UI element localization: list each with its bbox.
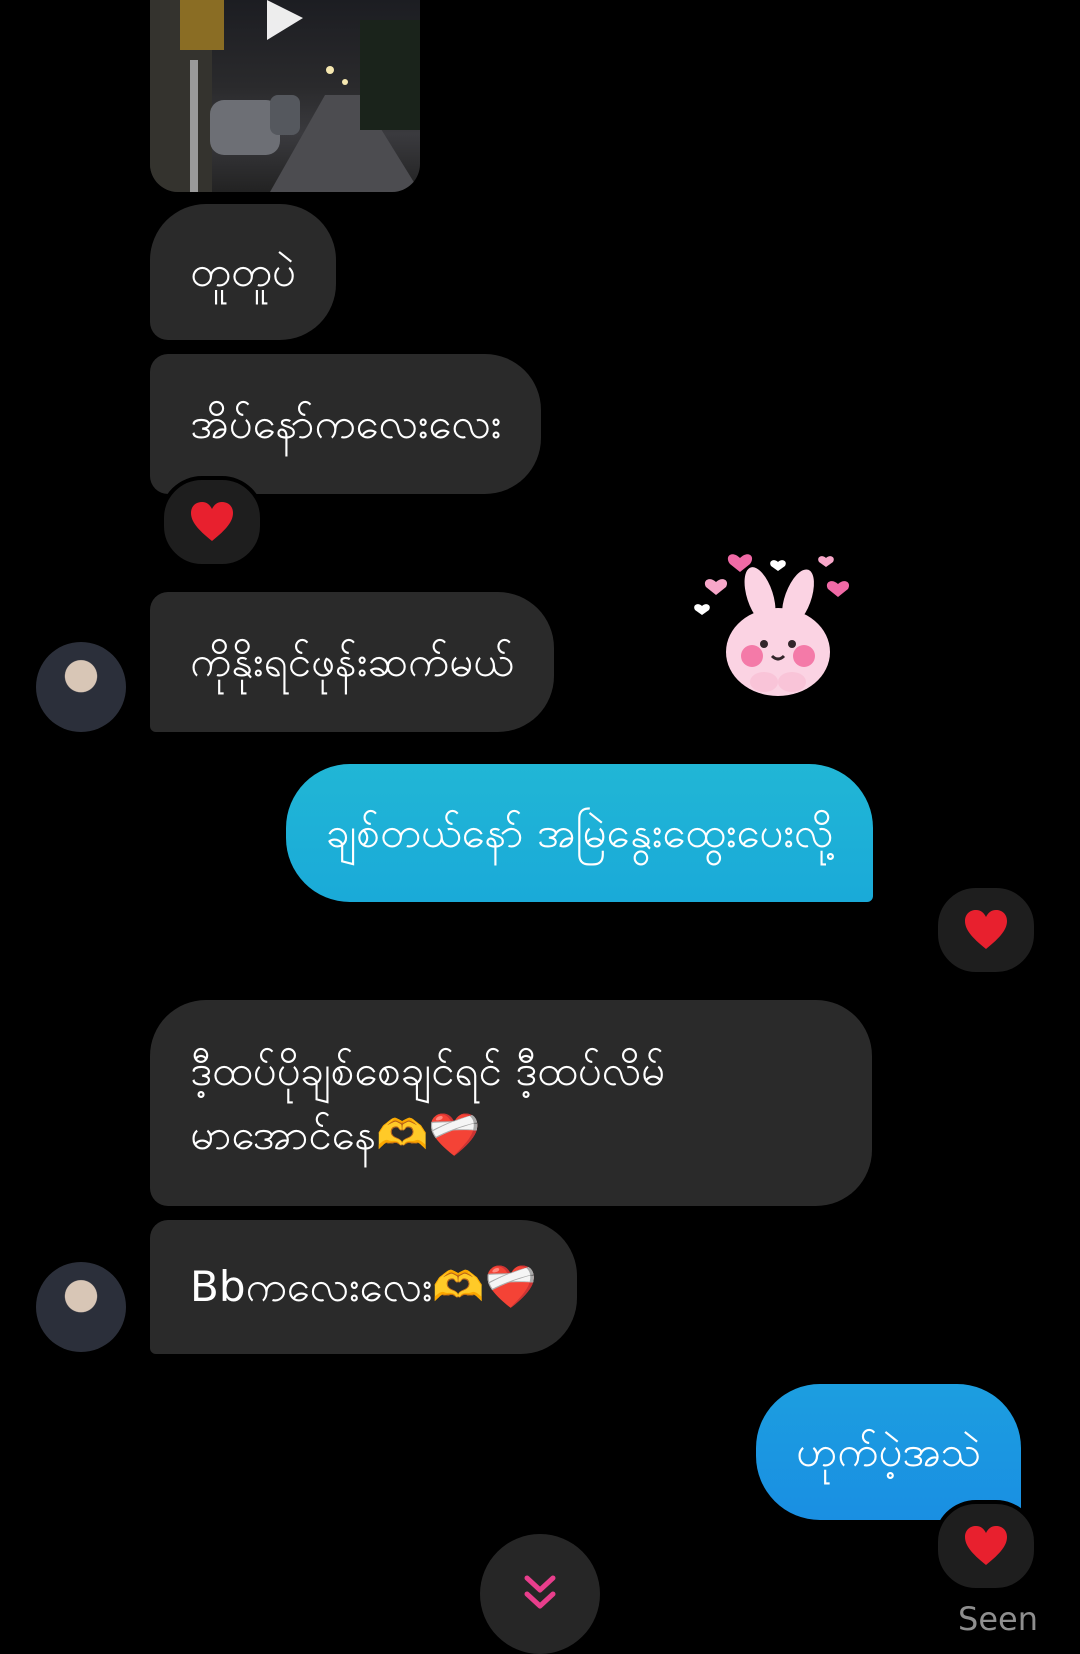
- double-chevron-down-icon: [524, 1575, 556, 1609]
- message-bubble-incoming[interactable]: Bbကလေးလေး🫶❤️‍🩹: [150, 1220, 577, 1354]
- message-text: Bbကလေးလေး🫶❤️‍🩹: [190, 1262, 537, 1311]
- video-thumbnail[interactable]: [150, 0, 420, 192]
- reaction-badge[interactable]: [934, 1500, 1038, 1592]
- heart-icon: [965, 910, 1007, 949]
- play-icon[interactable]: [255, 0, 311, 44]
- scroll-to-bottom-button[interactable]: [480, 1534, 600, 1654]
- message-text: မာအောင်နေ🫶❤️‍🩹: [190, 1110, 481, 1159]
- message-text: ချစ်တယ်နော် အမြဲနွေးထွေးပေးလို့: [326, 808, 834, 857]
- message-text: အိပ်နော်ကလေးလေး: [190, 399, 502, 448]
- message-bubble-incoming[interactable]: ဒီ့ထပ်ပိုချစ်စေချင်ရင် ဒီ့ထပ်လိမ် မာအောင…: [150, 1000, 872, 1206]
- reaction-badge[interactable]: [934, 884, 1038, 976]
- message-text: ဒီ့ထပ်ပိုချစ်စေချင်ရင် ဒီ့ထပ်လိမ်: [190, 1046, 665, 1095]
- message-bubble-incoming[interactable]: ကိုနိုးရင်ဖုန်းဆက်မယ်: [150, 592, 554, 732]
- reaction-badge[interactable]: [160, 476, 264, 568]
- message-bubble-incoming[interactable]: တူတူပဲ: [150, 204, 336, 340]
- avatar[interactable]: [36, 642, 126, 732]
- avatar[interactable]: [36, 1262, 126, 1352]
- seen-status: Seen: [958, 1600, 1038, 1638]
- message-text: တူတူပဲ: [190, 247, 296, 296]
- message-text: ဟုက်ပဲ့အသဲ: [796, 1427, 982, 1476]
- message-bubble-incoming[interactable]: အိပ်နော်ကလေးလေး: [150, 354, 542, 494]
- heart-icon: [191, 502, 233, 541]
- message-text: ကိုနိုးရင်ဖုန်းဆက်မယ်: [190, 637, 514, 686]
- heart-icon: [965, 1526, 1007, 1565]
- bunny-hearts-sticker[interactable]: [688, 540, 856, 700]
- message-bubble-outgoing[interactable]: ချစ်တယ်နော် အမြဲနွေးထွေးပေးလို့: [286, 764, 874, 902]
